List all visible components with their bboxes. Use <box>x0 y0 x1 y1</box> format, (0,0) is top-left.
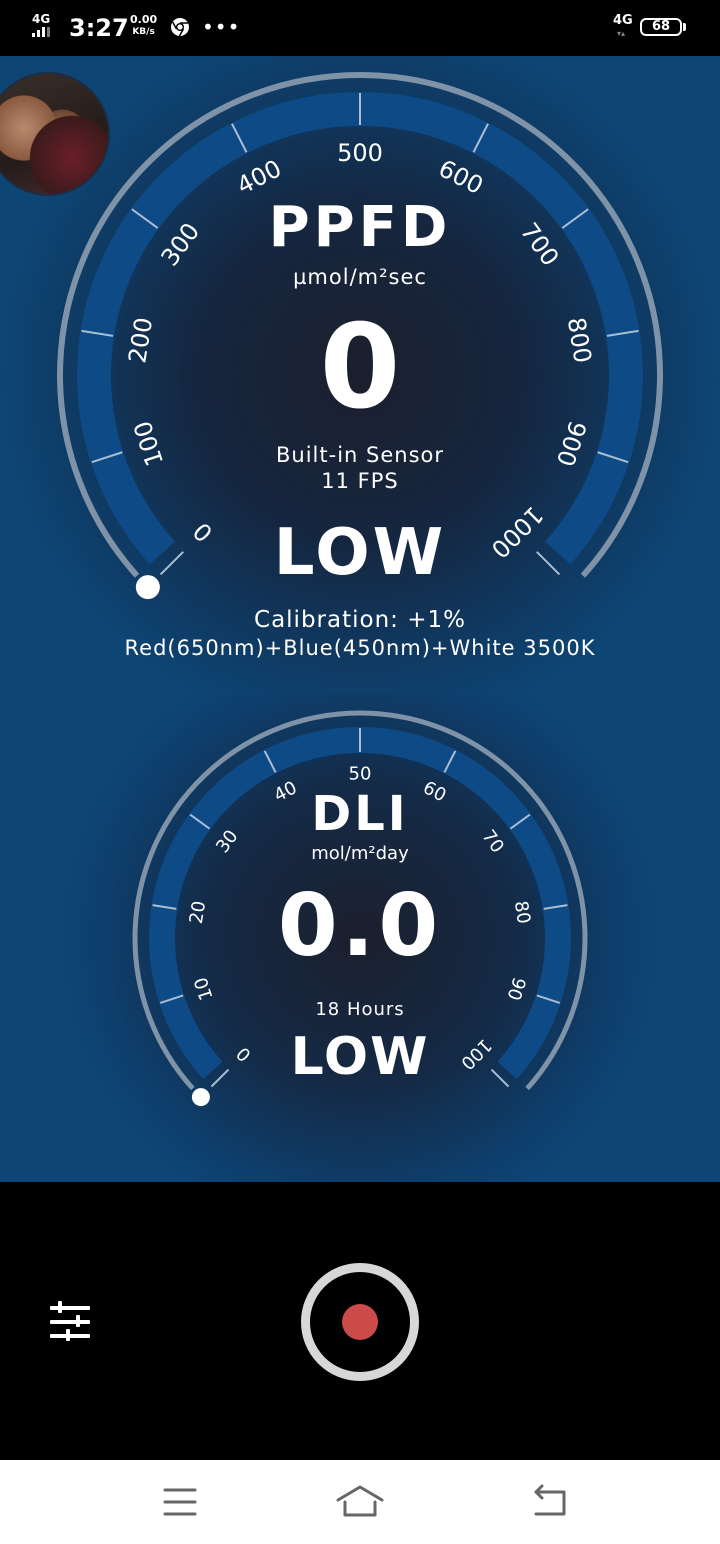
dli-level: LOW <box>290 1027 430 1087</box>
ppfd-title: PPFD <box>268 195 452 260</box>
system-nav-bar <box>0 1460 720 1544</box>
menu-icon[interactable] <box>156 1482 204 1522</box>
ppfd-tick-label: 600 <box>434 154 488 200</box>
dli-unit: mol/m²day <box>311 843 409 864</box>
ppfd-tick-label: 400 <box>232 154 286 200</box>
ppfd-value: 0 <box>319 300 401 435</box>
spectrum-label[interactable]: Red(650nm)+Blue(450nm)+White 3500K <box>0 633 720 663</box>
sliders-icon[interactable] <box>46 1300 94 1344</box>
ppfd-unit: µmol/m²sec <box>293 265 427 289</box>
home-icon[interactable] <box>336 1482 384 1522</box>
record-icon <box>342 1304 378 1340</box>
dli-needle-knob <box>191 1088 210 1107</box>
dli-title: DLI <box>311 786 409 842</box>
dli-value: 0.0 <box>277 876 443 976</box>
control-bar <box>0 1182 720 1460</box>
calibration-label[interactable]: Calibration: +1% <box>0 605 720 635</box>
ppfd-tick-label: 500 <box>337 139 383 167</box>
fps-label: 11 FPS <box>321 469 399 493</box>
sensor-label: Built-in Sensor <box>276 443 444 467</box>
back-icon[interactable] <box>526 1482 574 1522</box>
record-button[interactable] <box>301 1263 419 1381</box>
photoperiod-label[interactable]: 18 Hours <box>0 998 720 1022</box>
ppfd-level: LOW <box>273 516 447 590</box>
dli-tick-label: 50 <box>349 764 372 785</box>
